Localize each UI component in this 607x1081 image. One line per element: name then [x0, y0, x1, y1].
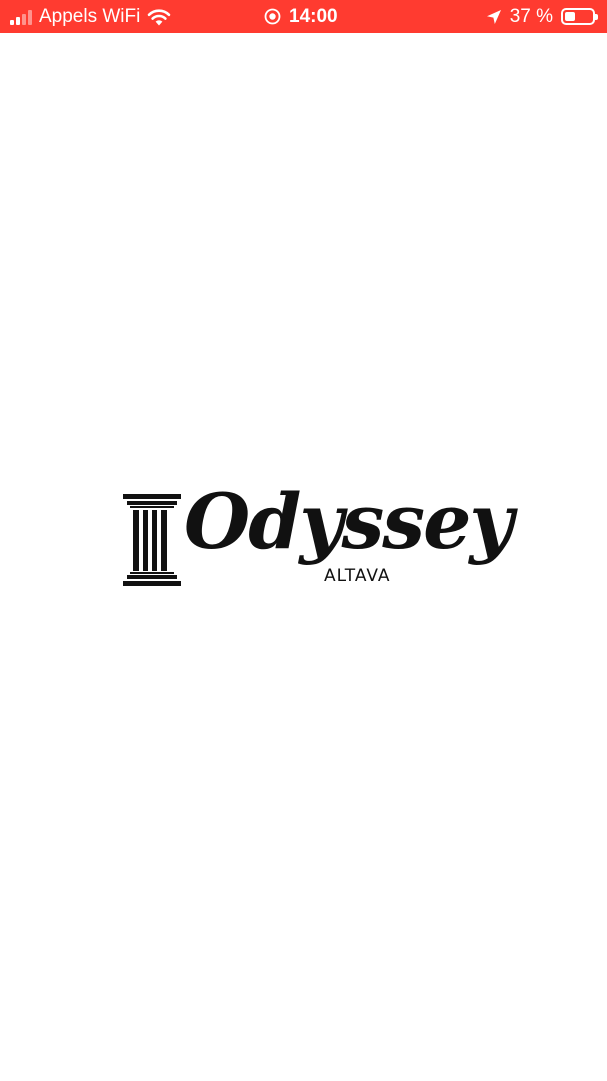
status-left: Appels WiFi — [10, 0, 171, 33]
status-center: 14:00 — [264, 0, 338, 33]
logo-wordmark: Odyssey — [184, 477, 514, 566]
carrier-label: Appels WiFi — [39, 5, 141, 27]
status-bar: Appels WiFi 14:00 37 % — [0, 0, 607, 33]
status-right: 37 % — [486, 0, 598, 33]
signal-icon — [10, 9, 32, 25]
logo-subtitle: ALTAVA — [324, 566, 391, 586]
location-arrow-icon — [486, 9, 501, 24]
wifi-icon — [148, 8, 171, 25]
battery-percent: 37 % — [509, 5, 553, 27]
splash-screen: Appels WiFi 14:00 37 % Odyssey ALTAVA — [0, 0, 607, 1081]
app-logo: Odyssey ALTAVA — [122, 484, 514, 590]
screen-record-icon — [264, 8, 281, 25]
battery-icon — [561, 8, 598, 25]
pillar-icon — [123, 494, 181, 586]
status-time: 14:00 — [289, 5, 338, 27]
battery-fill — [565, 12, 575, 21]
